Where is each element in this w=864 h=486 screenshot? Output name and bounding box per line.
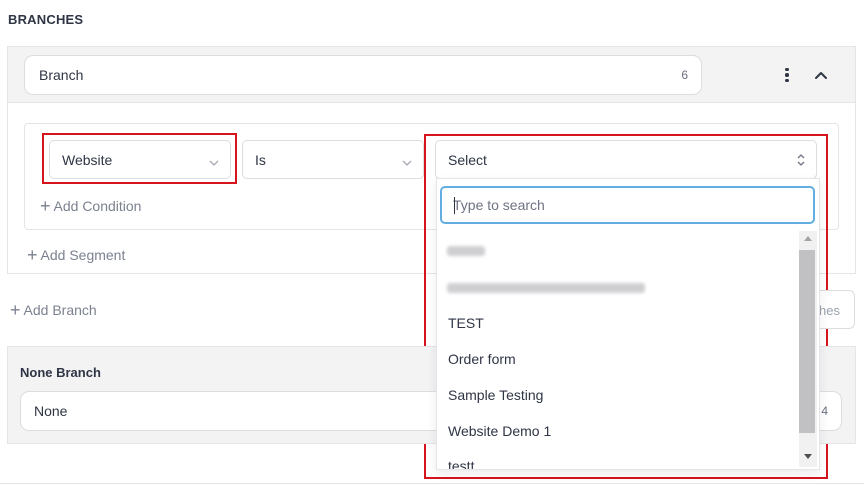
condition-field-value: Website (62, 152, 113, 168)
more-options-icon[interactable] (778, 64, 796, 86)
none-branch-count: 4 (821, 404, 828, 418)
dropdown-option[interactable]: TEST (448, 315, 484, 331)
add-branch-label: Add Branch (23, 302, 97, 318)
dropdown-option[interactable]: Order form (448, 351, 516, 367)
branch-count: 6 (681, 68, 688, 82)
plus-icon: + (27, 245, 38, 265)
add-condition-link[interactable]: + Add Condition (40, 196, 142, 216)
text-caret (454, 197, 455, 214)
chevron-up-icon[interactable] (812, 66, 830, 84)
search-input[interactable] (442, 188, 813, 222)
condition-value-placeholder: Select (448, 152, 487, 168)
condition-field-select[interactable]: Website (49, 140, 231, 179)
dropdown-option[interactable]: Sample Testing (448, 387, 543, 403)
none-branch-name-value: None (34, 403, 68, 419)
condition-operator-value: Is (255, 152, 266, 168)
section-title: BRANCHES (8, 12, 84, 27)
add-condition-label: Add Condition (53, 198, 142, 214)
dropdown-option[interactable]: testt (448, 458, 474, 469)
value-dropdown: TEST Order form Sample Testing Website D… (436, 178, 820, 470)
sort-icon (796, 152, 806, 168)
add-branch-link[interactable]: + Add Branch (10, 300, 97, 320)
dropdown-search[interactable] (440, 186, 815, 224)
add-segment-label: Add Segment (40, 247, 126, 263)
add-segment-link[interactable]: + Add Segment (27, 245, 126, 265)
scroll-up-icon[interactable] (804, 236, 812, 241)
plus-icon: + (40, 196, 51, 216)
plus-icon: + (10, 300, 21, 320)
chevron-down-icon (401, 155, 413, 166)
branches-button-label: hes (819, 303, 840, 318)
none-branch-title: None Branch (20, 365, 101, 380)
redacted-option[interactable] (447, 283, 645, 293)
scrollbar-thumb[interactable] (799, 250, 815, 433)
branch-name-value: Branch (39, 67, 84, 83)
divider (0, 483, 864, 484)
branch-name-field[interactable]: Branch 6 (24, 55, 702, 95)
redacted-option[interactable] (447, 246, 485, 256)
chevron-down-icon (208, 155, 220, 166)
scroll-down-icon[interactable] (804, 454, 812, 459)
condition-value-select[interactable]: Select (435, 140, 817, 179)
dropdown-option[interactable]: Website Demo 1 (448, 423, 551, 439)
condition-operator-select[interactable]: Is (242, 140, 424, 179)
